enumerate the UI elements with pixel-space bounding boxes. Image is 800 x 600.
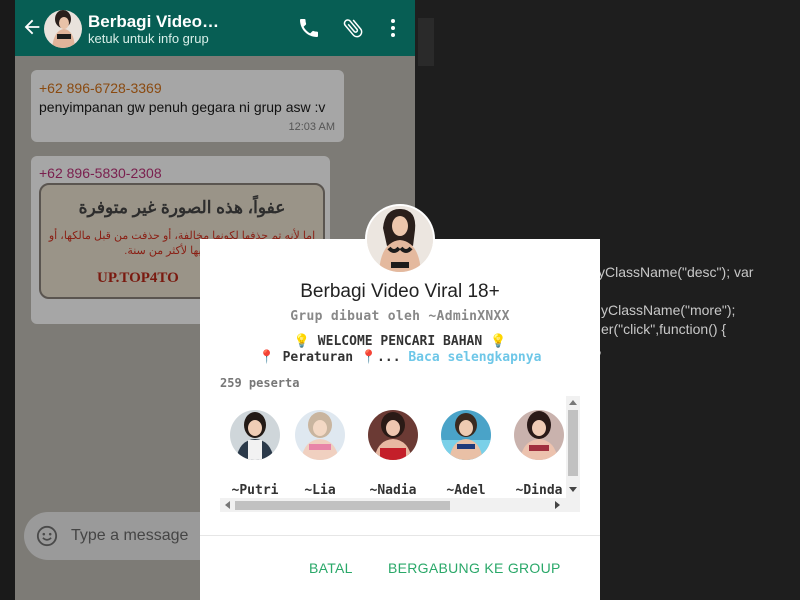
member-item[interactable]: ~Nadia: [358, 410, 428, 500]
image-caption-arabic: عفواً، هذه الصورة غير متوفرة: [78, 198, 286, 217]
code-line: yClassName("desc"); var: [598, 264, 754, 280]
member-name: ~Nadia: [369, 483, 417, 498]
more-options-icon[interactable]: [381, 16, 405, 40]
group-avatar[interactable]: [44, 10, 82, 48]
message-time: 12:03 AM: [288, 121, 335, 133]
member-item[interactable]: ~Putri: [220, 410, 290, 500]
horizontal-scrollbar[interactable]: [220, 498, 580, 512]
member-name: ~Putri: [231, 483, 279, 498]
code-line: er("click",function() {: [601, 321, 727, 337]
dialog-description-line: 💡 WELCOME PENCARI BAHAN 💡: [293, 334, 507, 349]
left-edge: [0, 0, 15, 600]
member-name: ~Lia: [304, 483, 336, 498]
dialog-divider: [200, 535, 600, 536]
members-list[interactable]: ~Putri ~Lia ~Nadia ~Adel ~Dinda: [220, 396, 580, 514]
phone-call-icon[interactable]: [297, 16, 321, 40]
member-avatar[interactable]: [295, 410, 345, 460]
scroll-right-arrow-icon[interactable]: [555, 501, 561, 509]
member-name: ~Adel: [446, 483, 486, 498]
chat-header[interactable]: Berbagi Video… ketuk untuk info grup: [15, 0, 415, 56]
message-text: penyimpanan gw penuh gegara ni grup asw …: [39, 99, 326, 115]
scroll-up-arrow-icon[interactable]: [569, 399, 577, 405]
message-sender[interactable]: +62 896-5830-2308: [39, 165, 162, 181]
member-avatar[interactable]: [441, 410, 491, 460]
member-avatar[interactable]: [514, 410, 564, 460]
message-bubble[interactable]: +62 896-6728-3369 penyimpanan gw penuh g…: [31, 70, 344, 142]
member-item[interactable]: ~Lia: [285, 410, 355, 500]
member-item[interactable]: ~Dinda: [504, 410, 574, 500]
dialog-description-line: 📍 Peraturan 📍... Baca selengkapnya: [200, 350, 600, 365]
dialog-group-avatar: [365, 204, 435, 274]
read-more-link[interactable]: Baca selengkapnya: [408, 350, 541, 365]
group-title[interactable]: Berbagi Video…: [88, 12, 219, 32]
horizontal-scroll-thumb[interactable]: [235, 501, 450, 510]
image-domain-text: UP.TOP4TO: [97, 270, 179, 286]
dialog-group-title: Berbagi Video Viral 18+: [300, 281, 500, 302]
join-group-button[interactable]: BERGABUNG KE GROUP: [388, 560, 561, 576]
dialog-description-text: 📍 Peraturan 📍...: [258, 350, 409, 365]
dialog-group-creator: Grup dibuat oleh ~AdminXNXX: [290, 309, 510, 324]
members-count: 259 peserta: [220, 376, 300, 390]
emoji-icon[interactable]: [36, 525, 58, 547]
group-info-hint[interactable]: ketuk untuk info grup: [88, 31, 209, 46]
scroll-left-arrow-icon[interactable]: [224, 501, 230, 509]
member-avatar[interactable]: [230, 410, 280, 460]
message-sender[interactable]: +62 896-6728-3369: [39, 80, 162, 96]
member-avatar[interactable]: [368, 410, 418, 460]
member-name: ~Dinda: [515, 483, 563, 498]
message-input[interactable]: Type a message: [71, 527, 188, 545]
cancel-button[interactable]: BATAL: [309, 560, 353, 576]
background-scroll-marker: [418, 18, 434, 66]
vertical-scrollbar[interactable]: [566, 396, 580, 498]
code-line: yClassName("more");: [601, 302, 736, 318]
scroll-down-arrow-icon[interactable]: [569, 487, 577, 493]
attachment-icon[interactable]: [341, 16, 365, 40]
vertical-scroll-thumb[interactable]: [568, 410, 578, 476]
group-invite-dialog: Berbagi Video Viral 18+ Grup dibuat oleh…: [200, 239, 600, 600]
back-arrow-icon[interactable]: [21, 16, 43, 38]
member-item[interactable]: ~Adel: [431, 410, 501, 500]
